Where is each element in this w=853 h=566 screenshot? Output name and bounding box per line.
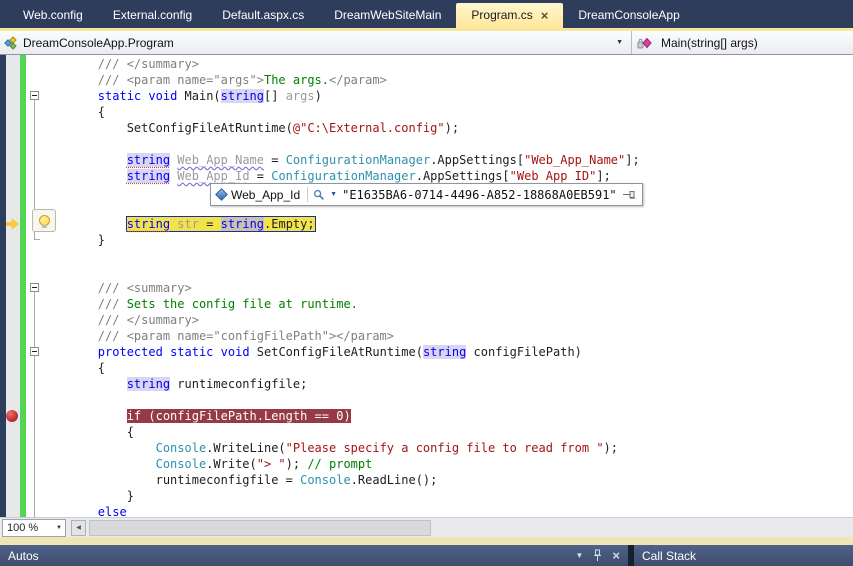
datatip-value: "E1635BA6-0714-4496-A852-18868A0EB591" — [342, 188, 617, 202]
editor-zoom-select[interactable]: 100 % ▼ — [2, 519, 66, 537]
code-line[interactable]: } — [40, 232, 105, 248]
dock-separator-strip — [0, 537, 853, 545]
tab-label: Program.cs — [471, 3, 532, 28]
code-line[interactable]: Console.Write("> "); // prompt — [40, 456, 372, 472]
datatip-separator — [307, 187, 308, 202]
member-dropdown[interactable]: Main(string[] args) — [632, 31, 853, 54]
call-stack-panel-header[interactable]: Call Stack — [634, 545, 853, 566]
scrollbar-thumb[interactable] — [89, 520, 431, 536]
type-dropdown[interactable]: DreamConsoleApp.Program ▼ — [0, 31, 632, 54]
datatip-variable-name: Web_App_Id — [231, 188, 302, 202]
code-line[interactable]: /// <param name="configFilePath"></param… — [40, 328, 394, 344]
code-line[interactable]: /// </summary> — [40, 56, 199, 72]
type-dropdown-value: DreamConsoleApp.Program — [23, 36, 174, 50]
fold-collapse-box[interactable] — [30, 91, 39, 100]
tab-dreamwebsitemain[interactable]: DreamWebSiteMain — [319, 3, 456, 28]
code-line[interactable]: SetConfigFileAtRuntime(@"C:\External.con… — [40, 120, 459, 136]
code-editor[interactable]: /// </summary> /// <param name="args">Th… — [0, 55, 853, 537]
code-line[interactable]: /// </summary> — [40, 312, 199, 328]
code-line[interactable]: { — [40, 424, 134, 440]
fold-guide-line — [34, 356, 35, 517]
bottom-panel-bar: Autos ▼ × Call Stack — [0, 545, 853, 566]
code-line[interactable]: string Web_App_Name = ConfigurationManag… — [40, 152, 640, 168]
call-stack-panel-title: Call Stack — [642, 549, 696, 563]
fold-end-tick — [34, 239, 40, 240]
code-area[interactable]: /// </summary> /// <param name="args">Th… — [40, 55, 853, 517]
fold-guide-line — [34, 292, 35, 347]
tab-dreamconsoleapp[interactable]: DreamConsoleApp — [563, 3, 694, 28]
tab-label: Web.config — [23, 8, 83, 22]
code-line[interactable]: static void Main(string[] args) — [40, 88, 322, 104]
code-line[interactable]: Console.WriteLine("Please specify a conf… — [40, 440, 618, 456]
breakpoint-margin[interactable] — [6, 55, 20, 517]
current-line-highlight: string str = string.Empty; — [127, 217, 315, 231]
horizontal-scrollbar-row: 100 % ▼ ◀ — [0, 517, 853, 537]
code-line[interactable]: } — [40, 488, 134, 504]
zoom-level: 100 % — [3, 522, 38, 534]
tab-web-config[interactable]: Web.config — [8, 3, 98, 28]
pin-icon[interactable] — [622, 190, 636, 200]
code-line[interactable]: string Web_App_Id = ConfigurationManager… — [40, 168, 611, 184]
tab-external-config[interactable]: External.config — [98, 3, 207, 28]
code-line[interactable]: if (configFilePath.Length == 0) — [40, 408, 351, 424]
debugger-datatip: Web_App_Id ▼ "E1635BA6-0714-4496-A852-18… — [210, 183, 643, 206]
chevron-down-icon[interactable]: ▼ — [616, 39, 623, 46]
tab-label: DreamConsoleApp — [578, 8, 679, 22]
tab-program-cs[interactable]: Program.cs × — [456, 3, 563, 28]
tab-default-aspx-cs[interactable]: Default.aspx.cs — [207, 3, 319, 28]
close-tab-icon[interactable]: × — [541, 3, 549, 28]
value-gem-icon — [215, 188, 228, 201]
scroll-left-icon: ◀ — [76, 524, 81, 531]
code-line[interactable]: protected static void SetConfigFileAtRun… — [40, 344, 582, 360]
tab-bar: Web.config External.config Default.aspx.cs… — [0, 0, 853, 28]
pin-icon[interactable] — [593, 549, 602, 562]
class-icon — [4, 36, 18, 50]
code-line[interactable]: /// <summary> — [40, 280, 192, 296]
code-line[interactable]: runtimeconfigfile = Console.ReadLine(); — [40, 472, 437, 488]
code-line[interactable]: string runtimeconfigfile; — [40, 376, 307, 392]
breakpoint-line-highlight: if (configFilePath.Length == 0) — [127, 409, 351, 423]
scroll-left-button[interactable]: ◀ — [71, 520, 86, 536]
navigation-bar: DreamConsoleApp.Program ▼ Main(string[] … — [0, 31, 853, 55]
window-position-icon[interactable]: ▼ — [575, 551, 583, 561]
datatip-dropdown-icon[interactable]: ▼ — [330, 191, 337, 198]
close-icon[interactable]: × — [612, 550, 620, 562]
breakpoint-icon[interactable] — [6, 410, 18, 422]
scrollbar-track[interactable] — [86, 519, 853, 537]
code-line[interactable]: { — [40, 104, 105, 120]
autos-panel-title: Autos — [8, 549, 39, 563]
track-changes-bar — [20, 55, 26, 517]
fold-collapse-box[interactable] — [30, 347, 39, 356]
autos-panel-header[interactable]: Autos ▼ × — [0, 545, 628, 566]
fold-collapse-box[interactable] — [30, 283, 39, 292]
tab-label: Default.aspx.cs — [222, 8, 304, 22]
magnifier-icon[interactable] — [313, 189, 325, 201]
member-dropdown-value: Main(string[] args) — [661, 36, 758, 50]
tab-label: DreamWebSiteMain — [334, 8, 441, 22]
tab-label: External.config — [113, 8, 192, 22]
code-line[interactable]: string str = string.Empty; — [40, 216, 315, 232]
quick-actions-lightbulb-icon[interactable] — [32, 209, 56, 232]
code-line[interactable]: /// Sets the config file at runtime. — [40, 296, 358, 312]
code-line[interactable]: /// <param name="args">The args.</param> — [40, 72, 387, 88]
method-icon — [637, 36, 652, 50]
code-line[interactable]: { — [40, 360, 105, 376]
zoom-dropdown-icon[interactable]: ▼ — [56, 525, 62, 531]
